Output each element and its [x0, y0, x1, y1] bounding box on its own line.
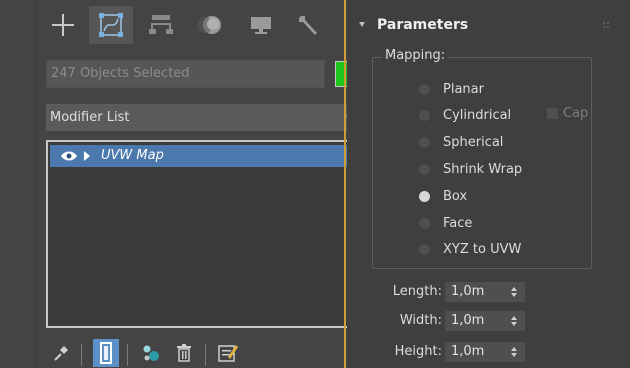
modifier-list-dropdown[interactable]: Modifier List [46, 104, 362, 131]
modifier-list-label: Modifier List [50, 110, 130, 125]
parameters-rollout: Parameters Mapping: Planar Cylindrical C… [347, 0, 630, 368]
radio-button[interactable] [419, 244, 430, 255]
cap-checkbox[interactable] [547, 108, 558, 119]
width-row: Width: 1,0m [347, 310, 630, 332]
show-end-result-button[interactable] [93, 339, 119, 367]
width-spinner[interactable]: 1,0m [445, 311, 525, 331]
height-label: Height: [394, 344, 442, 359]
spinner-arrows-icon[interactable] [511, 316, 517, 326]
expand-triangle-icon[interactable] [84, 151, 90, 161]
command-panel-tabs [37, 6, 339, 46]
monitor-icon [251, 17, 271, 34]
radio-button-checked[interactable] [419, 191, 430, 202]
toolbar-separator [81, 344, 82, 366]
radio-label: Spherical [443, 135, 504, 150]
stack-item-label: UVW Map [101, 148, 164, 163]
radio-button[interactable] [419, 110, 430, 121]
radio-label: Box [443, 189, 468, 204]
pin-stack-icon [54, 346, 68, 361]
radio-label: Cylindrical [443, 108, 512, 123]
tab-motion[interactable] [189, 6, 233, 44]
remove-modifier-icon [177, 344, 191, 362]
rollout-header[interactable]: Parameters [347, 14, 630, 38]
tab-display[interactable] [239, 6, 283, 44]
mapping-label: Mapping: [382, 48, 449, 64]
radio-button[interactable] [419, 84, 430, 95]
wrench-icon [299, 16, 317, 35]
radio-label: XYZ to UVW [443, 242, 522, 257]
height-spinner[interactable]: 1,0m [445, 342, 525, 362]
collapse-arrow-icon[interactable] [359, 22, 365, 27]
stack-item-uvw-map[interactable]: UVW Map [50, 145, 359, 167]
eye-icon[interactable] [60, 151, 78, 161]
grip-icon[interactable] [603, 22, 610, 29]
motion-sphere-icon [198, 16, 221, 34]
configure-modifier-sets-button[interactable] [215, 340, 241, 366]
height-row: Height: 1,0m [347, 341, 630, 363]
width-label: Width: [399, 313, 442, 328]
active-panel-border [344, 0, 346, 368]
selection-name-field[interactable]: 247 Objects Selected [46, 60, 325, 88]
length-label: Length: [392, 284, 442, 299]
pin-stack-button[interactable] [49, 340, 73, 366]
tab-modify[interactable] [89, 6, 133, 44]
make-unique-icon [143, 345, 159, 361]
length-value: 1,0m [451, 284, 485, 299]
width-value: 1,0m [451, 313, 485, 328]
cap-label: Cap [563, 106, 589, 121]
rollout-title: Parameters [377, 17, 469, 33]
modify-curve-icon [99, 13, 123, 37]
radio-button[interactable] [419, 164, 430, 175]
radio-label: Shrink Wrap [443, 162, 523, 177]
tab-hierarchy[interactable] [139, 6, 183, 44]
configure-modifier-sets-icon [218, 345, 238, 362]
tab-utilities[interactable] [287, 6, 331, 44]
toolbar-separator [205, 344, 206, 366]
height-value: 1,0m [451, 344, 485, 359]
length-spinner[interactable]: 1,0m [445, 282, 525, 302]
radio-label: Planar [443, 82, 484, 97]
stack-toolbar [37, 338, 339, 368]
radio-label: Face [443, 216, 473, 231]
spinner-arrows-icon[interactable] [511, 347, 517, 357]
command-panel: 247 Objects Selected Modifier List UVW M… [36, 0, 363, 368]
length-row: Length: 1,0m [347, 281, 630, 303]
tab-create[interactable] [41, 6, 85, 44]
radio-button[interactable] [419, 137, 430, 148]
remove-modifier-button[interactable] [171, 340, 197, 366]
plus-icon [52, 14, 74, 36]
toolbar-separator [127, 344, 128, 366]
hierarchy-icon [149, 15, 173, 34]
make-unique-button[interactable] [139, 340, 165, 366]
show-end-result-icon [100, 342, 112, 364]
radio-button[interactable] [419, 218, 430, 229]
spinner-arrows-icon[interactable] [511, 287, 517, 297]
modifier-stack[interactable]: UVW Map [46, 140, 363, 328]
